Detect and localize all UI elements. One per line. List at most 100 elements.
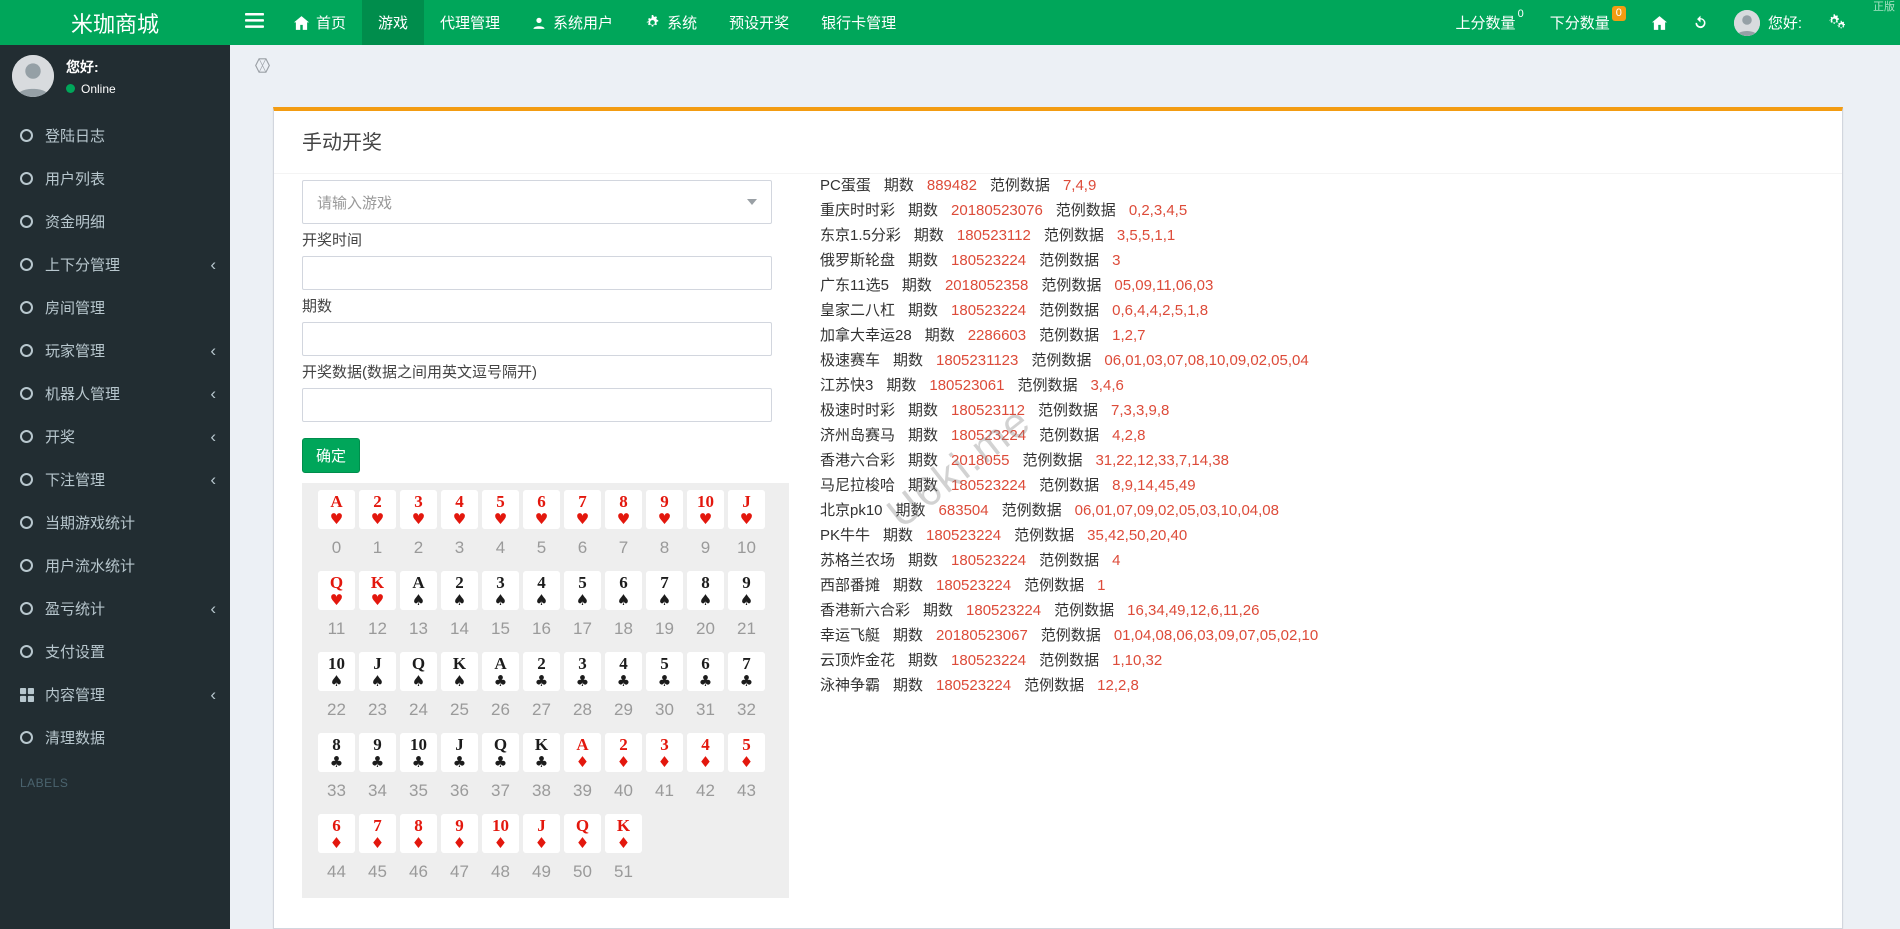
sidebar-toggle[interactable]	[230, 0, 278, 45]
sidebar-item-room-manage[interactable]: 房间管理	[0, 286, 230, 329]
card-rank: J	[742, 493, 751, 510]
sample-value: 7,4,9	[1063, 177, 1096, 194]
card-rank: 8	[701, 574, 710, 591]
sidebar-item-profit-stats[interactable]: 盈亏统计‹	[0, 587, 230, 630]
playing-card: 6♦	[318, 814, 355, 853]
draw-time-input[interactable]	[302, 256, 772, 290]
period-value: 180523224	[926, 527, 1001, 544]
card-rank: 10	[410, 736, 427, 753]
nav-link-home[interactable]: 首页	[278, 0, 362, 45]
period-value: 180523224	[936, 577, 1011, 594]
sidebar-item-login-log[interactable]: 登陆日志	[0, 114, 230, 157]
chevron-left-icon: ‹	[210, 342, 216, 359]
game-row: 东京1.5分彩期数180523112范例数据3,5,5,1,1	[820, 223, 1814, 248]
game-row: 西部番摊期数180523224范例数据1	[820, 573, 1814, 598]
nav-link-system[interactable]: 系统	[629, 0, 713, 45]
nav-link-system-users[interactable]: 系统用户	[516, 0, 629, 45]
sidebar-item-draw[interactable]: 开奖‹	[0, 415, 230, 458]
playing-card: A♦	[564, 733, 601, 772]
card-index: 46	[400, 862, 437, 882]
playing-card: J♣	[441, 733, 478, 772]
club-suit-icon: ♣	[453, 755, 466, 770]
card-rank: Q	[330, 574, 343, 591]
card-index: 43	[728, 781, 765, 801]
game-select[interactable]: 请输入游戏	[302, 180, 772, 224]
card-rank: 6	[701, 655, 710, 672]
playing-card: 6♥	[523, 490, 560, 529]
sidebar-item-content-manage[interactable]: 内容管理‹	[0, 673, 230, 716]
card-rank: 6	[619, 574, 628, 591]
playing-card: 3♣	[564, 652, 601, 691]
sample-label: 范例数据	[1002, 502, 1062, 519]
brand-logo[interactable]: 米珈商城	[0, 0, 230, 45]
confirm-button[interactable]: 确定	[302, 438, 360, 473]
card-index: 40	[605, 781, 642, 801]
spade-suit-icon: ♠	[371, 674, 384, 689]
card-index: 35	[400, 781, 437, 801]
breadcrumb-gem-icon	[254, 57, 271, 79]
period-label: 期数	[925, 327, 955, 344]
sidebar-item-label: 清理数据	[45, 727, 216, 748]
sidebar-item-robot-manage[interactable]: 机器人管理‹	[0, 372, 230, 415]
nav-settings[interactable]	[1815, 0, 1860, 45]
card-index: 21	[728, 619, 765, 639]
playing-card: A♣	[482, 652, 519, 691]
draw-data-input[interactable]	[302, 388, 772, 422]
playing-card: 7♥	[564, 490, 601, 529]
game-name: 济州岛赛马	[820, 427, 895, 444]
sidebar-item-payment-settings[interactable]: 支付设置	[0, 630, 230, 673]
sidebar-item-clean-data[interactable]: 清理数据	[0, 716, 230, 759]
period-value: 180523061	[929, 377, 1004, 394]
nav-home[interactable]	[1639, 0, 1680, 45]
game-row: 云顶炸金花期数180523224范例数据1,10,32	[820, 648, 1814, 673]
online-status-label: Online	[81, 82, 116, 96]
card-index: 47	[441, 862, 478, 882]
period-value: 180523112	[951, 402, 1025, 419]
nav-refresh[interactable]	[1680, 0, 1721, 45]
card-index: 24	[400, 700, 437, 720]
nav-link-label: 银行卡管理	[821, 12, 896, 33]
sidebar-item-current-game-stats[interactable]: 当期游戏统计	[0, 501, 230, 544]
playing-card: 6♣	[687, 652, 724, 691]
playing-card: 2♠	[441, 571, 478, 610]
card-index: 10	[728, 538, 765, 558]
sidebar-item-bet-manage[interactable]: 下注管理‹	[0, 458, 230, 501]
nav-link-label: 系统用户	[553, 12, 613, 33]
game-row: 北京pk10期数683504范例数据06,01,07,09,02,05,03,1…	[820, 498, 1814, 523]
nav-link-bank-card-manage[interactable]: 银行卡管理	[805, 0, 912, 45]
sidebar-item-player-manage[interactable]: 玩家管理‹	[0, 329, 230, 372]
nav-greeting[interactable]: 您好:	[1721, 0, 1815, 45]
sidebar-item-funds-detail[interactable]: 资金明细	[0, 200, 230, 243]
diamond-suit-icon: ♦	[494, 836, 507, 851]
home-icon	[1652, 16, 1667, 30]
card-rank: Q	[494, 736, 507, 753]
card-rank: 7	[742, 655, 751, 672]
nav-link-preset-draw[interactable]: 预设开奖	[713, 0, 805, 45]
hamburger-icon	[245, 13, 264, 33]
heart-suit-icon: ♥	[494, 512, 507, 527]
sidebar-item-user-list[interactable]: 用户列表	[0, 157, 230, 200]
nav-down-score[interactable]: 下分数量0	[1537, 0, 1639, 45]
sample-label: 范例数据	[1022, 452, 1082, 469]
sidebar-item-user-flow-stats[interactable]: 用户流水统计	[0, 544, 230, 587]
sidebar-item-updown-manage[interactable]: 上下分管理‹	[0, 243, 230, 286]
card-index: 2	[400, 538, 437, 558]
game-row: 香港六合彩期数2018055范例数据31,22,12,33,7,14,38	[820, 448, 1814, 473]
draw-data-group: 开奖数据(数据之间用英文逗号隔开)	[302, 364, 789, 422]
card-index: 0	[318, 538, 355, 558]
nav-up-score[interactable]: 上分数量0	[1443, 0, 1537, 45]
period-value: 2018052358	[945, 277, 1028, 294]
game-row: 苏格兰农场期数180523224范例数据4	[820, 548, 1814, 573]
period-input[interactable]	[302, 322, 772, 356]
game-name: 极速时时彩	[820, 402, 895, 419]
chevron-left-icon: ‹	[210, 600, 216, 617]
nav-link-games[interactable]: 游戏	[362, 0, 424, 45]
game-row: PC蛋蛋期数889482范例数据7,4,9	[820, 173, 1814, 198]
period-label: 期数	[908, 302, 938, 319]
sidebar-item-label: 上下分管理	[45, 254, 210, 275]
playing-card: 3♠	[482, 571, 519, 610]
card-rank: K	[453, 655, 466, 672]
card-index: 45	[359, 862, 396, 882]
card-index: 41	[646, 781, 683, 801]
nav-link-agent-manage[interactable]: 代理管理	[424, 0, 516, 45]
